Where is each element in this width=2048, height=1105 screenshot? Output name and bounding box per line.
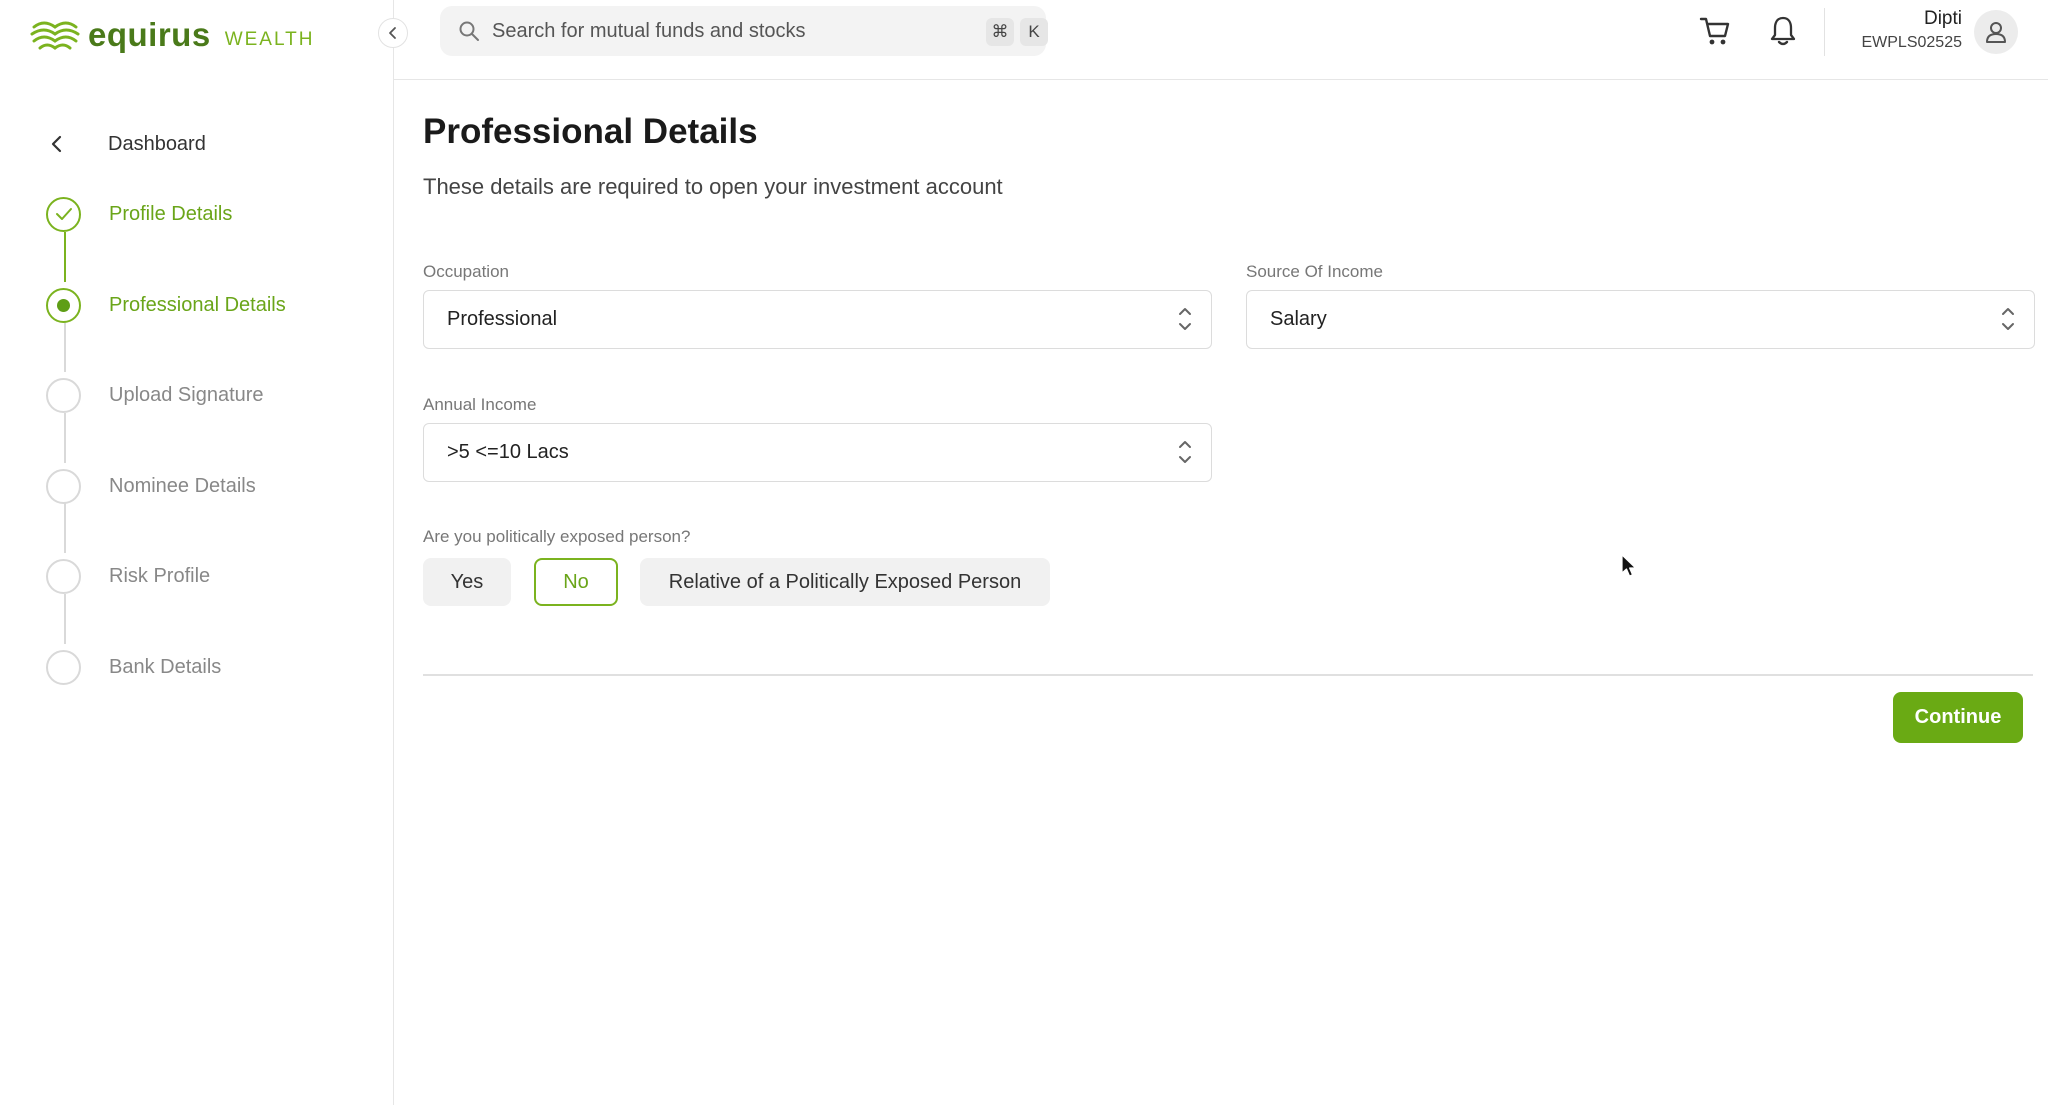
header-divider [1824, 8, 1825, 56]
step-connector [64, 594, 66, 644]
user-name: Dipti [1923, 8, 1962, 29]
form-divider [423, 674, 2033, 676]
step-label: Bank Details [109, 655, 222, 678]
shortcut-command-key: ⌘ [986, 18, 1014, 46]
top-header: Search for mutual funds and stocks ⌘ K D… [394, 0, 2048, 80]
step-nominee-details[interactable]: Nominee Details [46, 468, 256, 504]
collapse-sidebar-button[interactable] [378, 18, 408, 48]
pep-no-button[interactable]: No [534, 558, 618, 606]
back-label: Dashboard [108, 132, 206, 155]
user-icon [1986, 22, 2006, 43]
chevron-up-down-icon [1179, 441, 1191, 463]
step-label: Nominee Details [109, 474, 256, 497]
step-connector [64, 232, 66, 282]
bell-icon[interactable] [1768, 14, 1798, 48]
step-connector [64, 503, 66, 553]
step-status-indicator [46, 377, 81, 413]
step-status-indicator [46, 196, 81, 232]
step-label: Professional Details [109, 293, 286, 316]
page-subtitle: These details are required to open your … [423, 174, 1003, 199]
step-label: Risk Profile [109, 564, 211, 587]
user-id: EWPLS02525 [1861, 34, 1962, 51]
occupation-value: Professional [447, 308, 558, 330]
chevron-up-down-icon [2002, 308, 2014, 330]
brand-suffix: WEALTH [224, 28, 315, 50]
mouse-cursor-icon [1621, 554, 1637, 577]
active-dot [57, 298, 70, 312]
check-icon [55, 208, 72, 220]
step-upload-signature[interactable]: Upload Signature [46, 377, 264, 413]
annual-income-value: >5 <=10 Lacs [447, 441, 569, 463]
annual-income-select[interactable]: >5 <=10 Lacs [423, 423, 1212, 482]
chevron-left-icon [51, 135, 62, 153]
avatar[interactable] [1974, 10, 2018, 54]
continue-button[interactable]: Continue [1893, 692, 2023, 743]
page-title: Professional Details [423, 112, 758, 151]
occupation-select[interactable]: Professional [423, 290, 1212, 349]
source-of-income-select[interactable]: Salary [1246, 290, 2035, 349]
source-of-income-value: Salary [1270, 308, 1327, 330]
source-of-income-label: Source Of Income [1246, 262, 1384, 281]
chevron-left-icon [389, 27, 396, 39]
back-to-dashboard[interactable]: Dashboard [50, 126, 206, 162]
step-label: Upload Signature [109, 383, 264, 406]
step-profile-details[interactable]: Profile Details [46, 196, 232, 232]
step-status-indicator [46, 649, 81, 685]
search-icon [459, 21, 479, 41]
pep-relative-button[interactable]: Relative of a Politically Exposed Person [640, 558, 1050, 606]
step-status-indicator [46, 468, 81, 504]
sidebar: equirus WEALTH Dashboard Profile Details… [0, 0, 394, 1105]
step-status-indicator [46, 287, 81, 323]
step-bank-details[interactable]: Bank Details [46, 649, 221, 685]
search-bar[interactable]: Search for mutual funds and stocks ⌘ K [440, 6, 1048, 56]
shortcut-k-key: K [1020, 18, 1048, 46]
occupation-label: Occupation [423, 262, 509, 281]
step-status-indicator [46, 558, 81, 594]
brand-name: equirus [88, 15, 211, 53]
equirus-logo-icon [30, 21, 80, 50]
annual-income-label: Annual Income [423, 395, 537, 414]
chevron-up-down-icon [1179, 308, 1191, 330]
pep-yes-button[interactable]: Yes [423, 558, 511, 606]
step-label: Profile Details [109, 202, 233, 225]
pep-question: Are you politically exposed person? [423, 527, 691, 546]
step-professional-details[interactable]: Professional Details [46, 287, 286, 323]
search-input[interactable]: Search for mutual funds and stocks [492, 20, 806, 43]
cart-icon[interactable] [1698, 14, 1732, 48]
step-connector [64, 322, 66, 372]
brand-logo[interactable]: equirus WEALTH [30, 14, 314, 54]
step-risk-profile[interactable]: Risk Profile [46, 558, 210, 594]
step-connector [64, 413, 66, 463]
